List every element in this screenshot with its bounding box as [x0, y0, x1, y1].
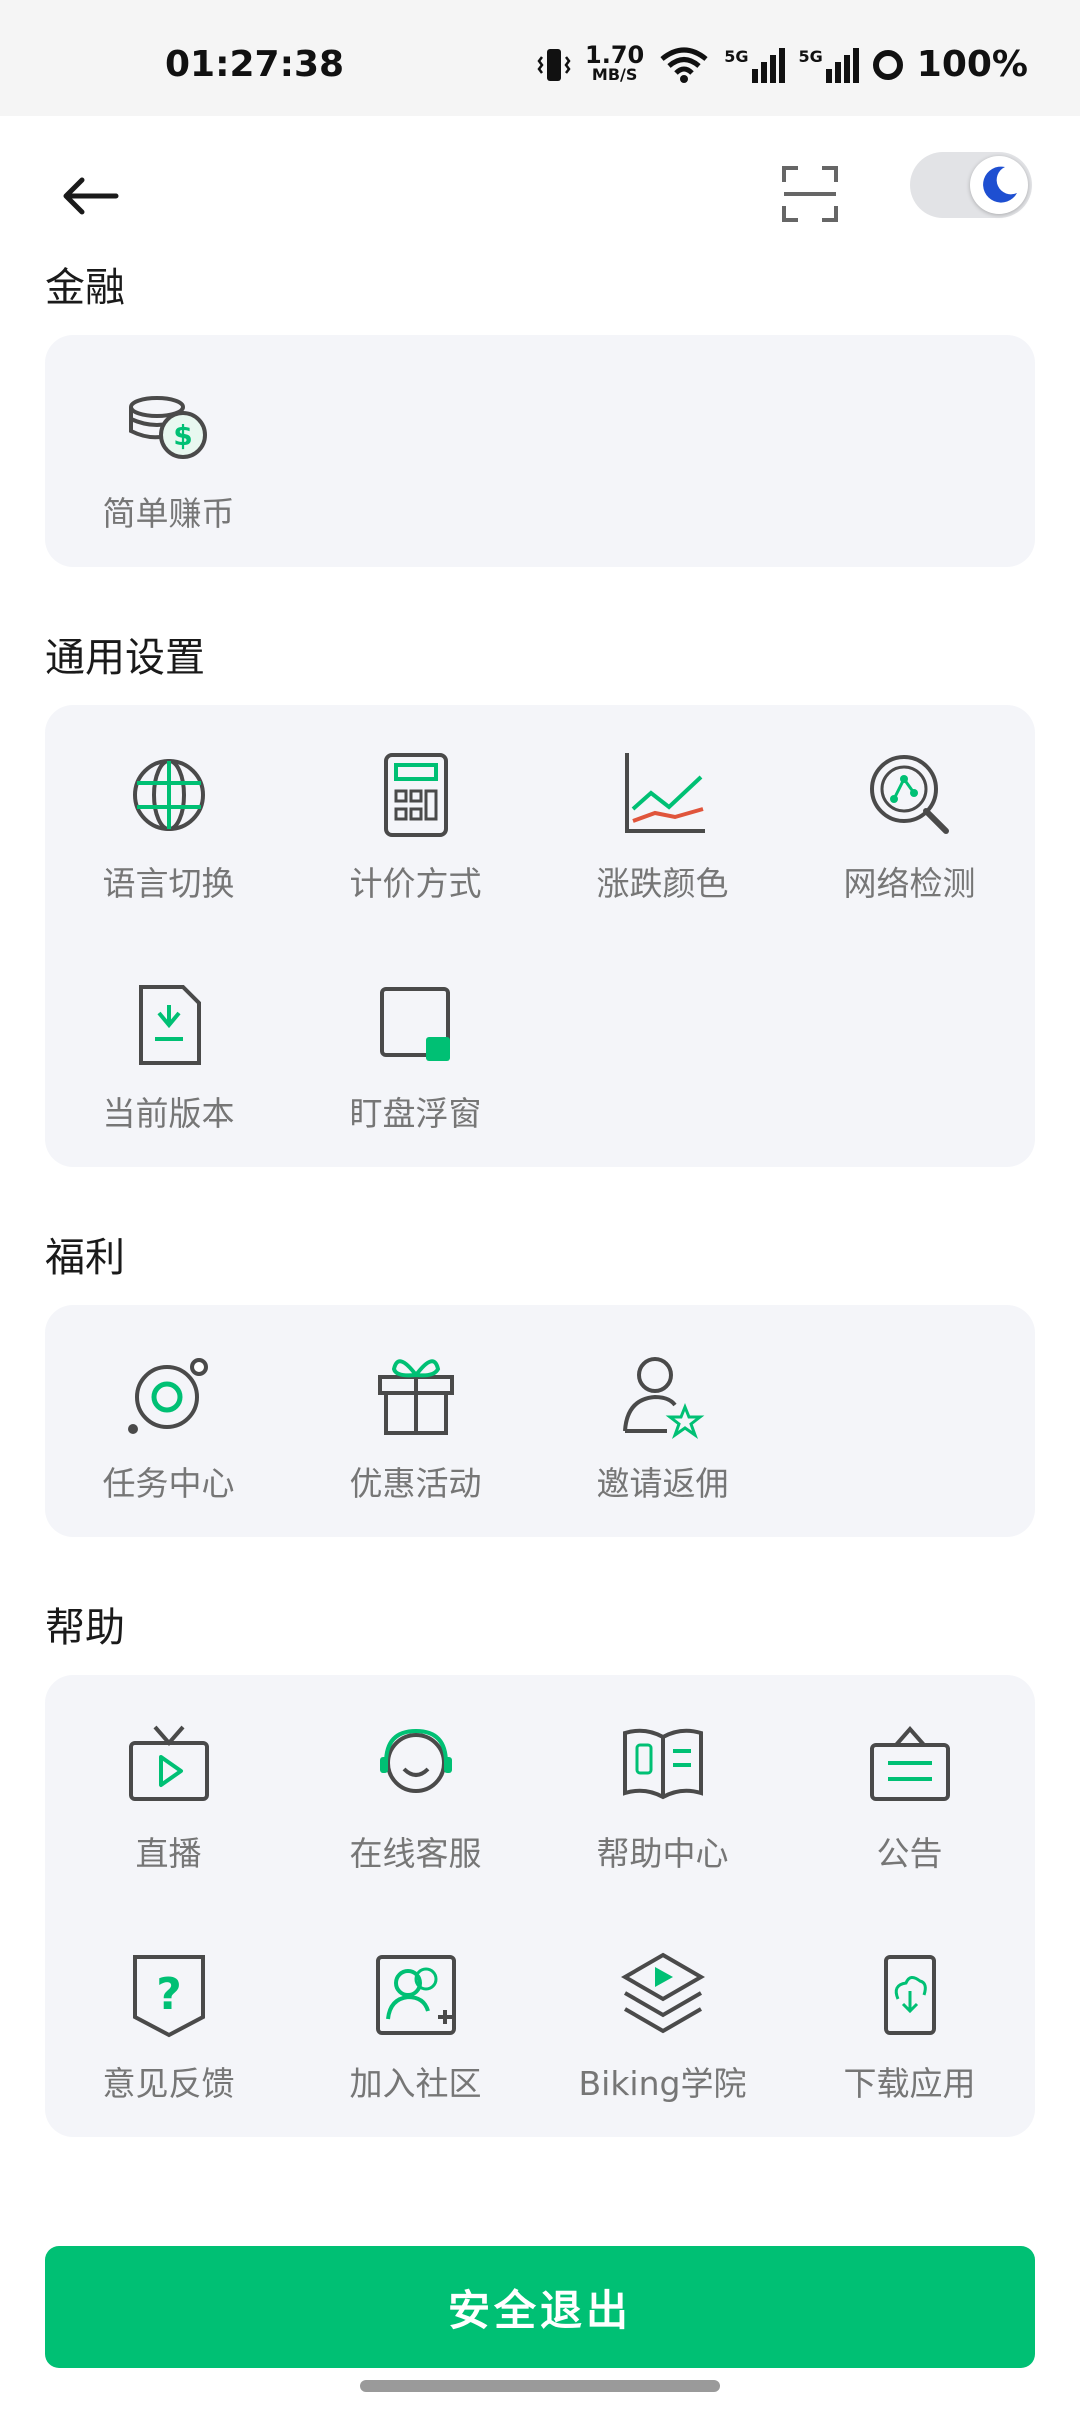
tv-play-icon	[128, 1725, 209, 1801]
calculator-icon	[383, 753, 448, 837]
general-card: 语言切换 计价方式 涨跌颜色 网络检测 当前版本 盯盘浮窗	[45, 705, 1035, 1167]
signal-bars-icon	[751, 47, 785, 83]
arrow-left-icon	[63, 177, 119, 215]
help-card: 直播 在线客服 帮助中心 公告 ? 意见反馈 加入社区 Biking学院 下载应…	[45, 1675, 1035, 2137]
item-download-app[interactable]: 下载应用	[786, 1905, 1033, 2105]
logout-button[interactable]: 安全退出	[45, 2246, 1035, 2368]
dark-mode-toggle[interactable]	[910, 152, 1032, 218]
item-live[interactable]: 直播	[45, 1675, 292, 1875]
home-indicator[interactable]	[360, 2380, 720, 2392]
item-announcement[interactable]: 公告	[786, 1675, 1033, 1875]
battery-percent: 100%	[916, 44, 1028, 85]
battery-ring-icon	[872, 49, 903, 80]
signal-5g-1-label: 5G	[724, 46, 749, 66]
wifi-icon	[660, 47, 708, 83]
net-speed-value: 1.70	[585, 40, 645, 69]
section-title-help: 帮助	[45, 1605, 125, 1651]
item-community[interactable]: 加入社区	[292, 1905, 539, 2105]
item-version[interactable]: 当前版本	[45, 935, 292, 1135]
signal-5g-1: 5G	[724, 46, 785, 83]
globe-icon	[132, 759, 205, 831]
vibrate-icon	[537, 48, 571, 81]
item-label: 任务中心	[102, 1464, 235, 1503]
signal-5g-2: 5G	[799, 47, 859, 83]
status-icons: 1.70 MB/S 5G 5G 100%	[537, 40, 1028, 85]
chart-lines-icon	[624, 753, 705, 833]
item-label: 优惠活动	[349, 1464, 482, 1503]
item-help-center[interactable]: 帮助中心	[539, 1675, 786, 1875]
item-label: 邀请返佣	[596, 1464, 729, 1503]
orbit-target-icon	[127, 1358, 208, 1434]
net-speed-unit: MB/S	[591, 64, 638, 84]
item-language[interactable]: 语言切换	[45, 705, 292, 905]
network-search-icon	[869, 755, 949, 834]
section-title-general: 通用设置	[45, 635, 205, 681]
version-file-icon	[138, 985, 201, 1065]
signal-bars-icon	[825, 47, 859, 83]
section-title-welfare: 福利	[45, 1235, 125, 1281]
item-easy-earn[interactable]: $ 简单赚币	[45, 335, 292, 535]
item-label: 网络检测	[843, 864, 976, 903]
item-label: 下载应用	[843, 2064, 976, 2103]
item-label: 直播	[135, 1834, 202, 1873]
item-label: 当前版本	[102, 1094, 235, 1133]
book-icon	[622, 1728, 703, 1800]
top-bar	[0, 116, 1080, 256]
item-color[interactable]: 涨跌颜色	[539, 705, 786, 905]
item-label: 语言切换	[102, 864, 235, 903]
user-star-icon	[622, 1357, 704, 1439]
item-label: 涨跌颜色	[596, 864, 729, 903]
item-label: 公告	[876, 1834, 943, 1873]
download-app-icon	[883, 1955, 936, 2035]
net-speed: 1.70 MB/S	[585, 40, 645, 85]
item-label: 加入社区	[349, 2064, 482, 2103]
headset-icon	[379, 1728, 452, 1793]
section-title-finance: 金融	[45, 265, 125, 311]
floating-window-icon	[379, 987, 450, 1061]
item-label: 计价方式	[349, 864, 482, 903]
announcement-icon	[869, 1725, 950, 1801]
status-bar: 01:27:38 1.70 MB/S 5G 5G 100%	[0, 0, 1080, 116]
welfare-card: 任务中心 优惠活动 邀请返佣	[45, 1305, 1035, 1537]
toggle-knob	[970, 156, 1028, 214]
finance-card: $ 简单赚币	[45, 335, 1035, 567]
item-label: Biking学院	[578, 2064, 747, 2103]
status-time: 01:27:38	[165, 44, 345, 85]
svg-text:$: $	[173, 419, 192, 452]
item-promotions[interactable]: 优惠活动	[292, 1305, 539, 1505]
item-customer-service[interactable]: 在线客服	[292, 1675, 539, 1875]
scan-icon	[782, 166, 838, 222]
svg-text:?: ?	[156, 1969, 182, 2020]
item-network[interactable]: 网络检测	[786, 705, 1033, 905]
item-feedback[interactable]: ? 意见反馈	[45, 1905, 292, 2105]
item-pricing[interactable]: 计价方式	[292, 705, 539, 905]
back-button[interactable]	[50, 156, 130, 236]
item-label: 在线客服	[349, 1834, 482, 1873]
item-referral[interactable]: 邀请返佣	[539, 1305, 786, 1505]
item-academy[interactable]: Biking学院	[539, 1905, 786, 2105]
community-add-icon	[375, 1955, 456, 2035]
moon-icon	[983, 166, 1017, 203]
item-task-center[interactable]: 任务中心	[45, 1305, 292, 1505]
scan-button[interactable]	[770, 154, 850, 234]
academy-stack-icon	[620, 1952, 705, 2034]
coins-dollar-icon: $	[128, 396, 207, 459]
signal-5g-2-label: 5G	[798, 46, 823, 66]
item-label: 意见反馈	[102, 2064, 235, 2103]
item-label: 盯盘浮窗	[349, 1094, 482, 1133]
item-label: 简单赚币	[102, 494, 235, 533]
gift-icon	[377, 1359, 454, 1435]
question-shield-icon: ?	[132, 1955, 205, 2038]
item-label: 帮助中心	[596, 1834, 729, 1873]
item-float-window[interactable]: 盯盘浮窗	[292, 935, 539, 1135]
